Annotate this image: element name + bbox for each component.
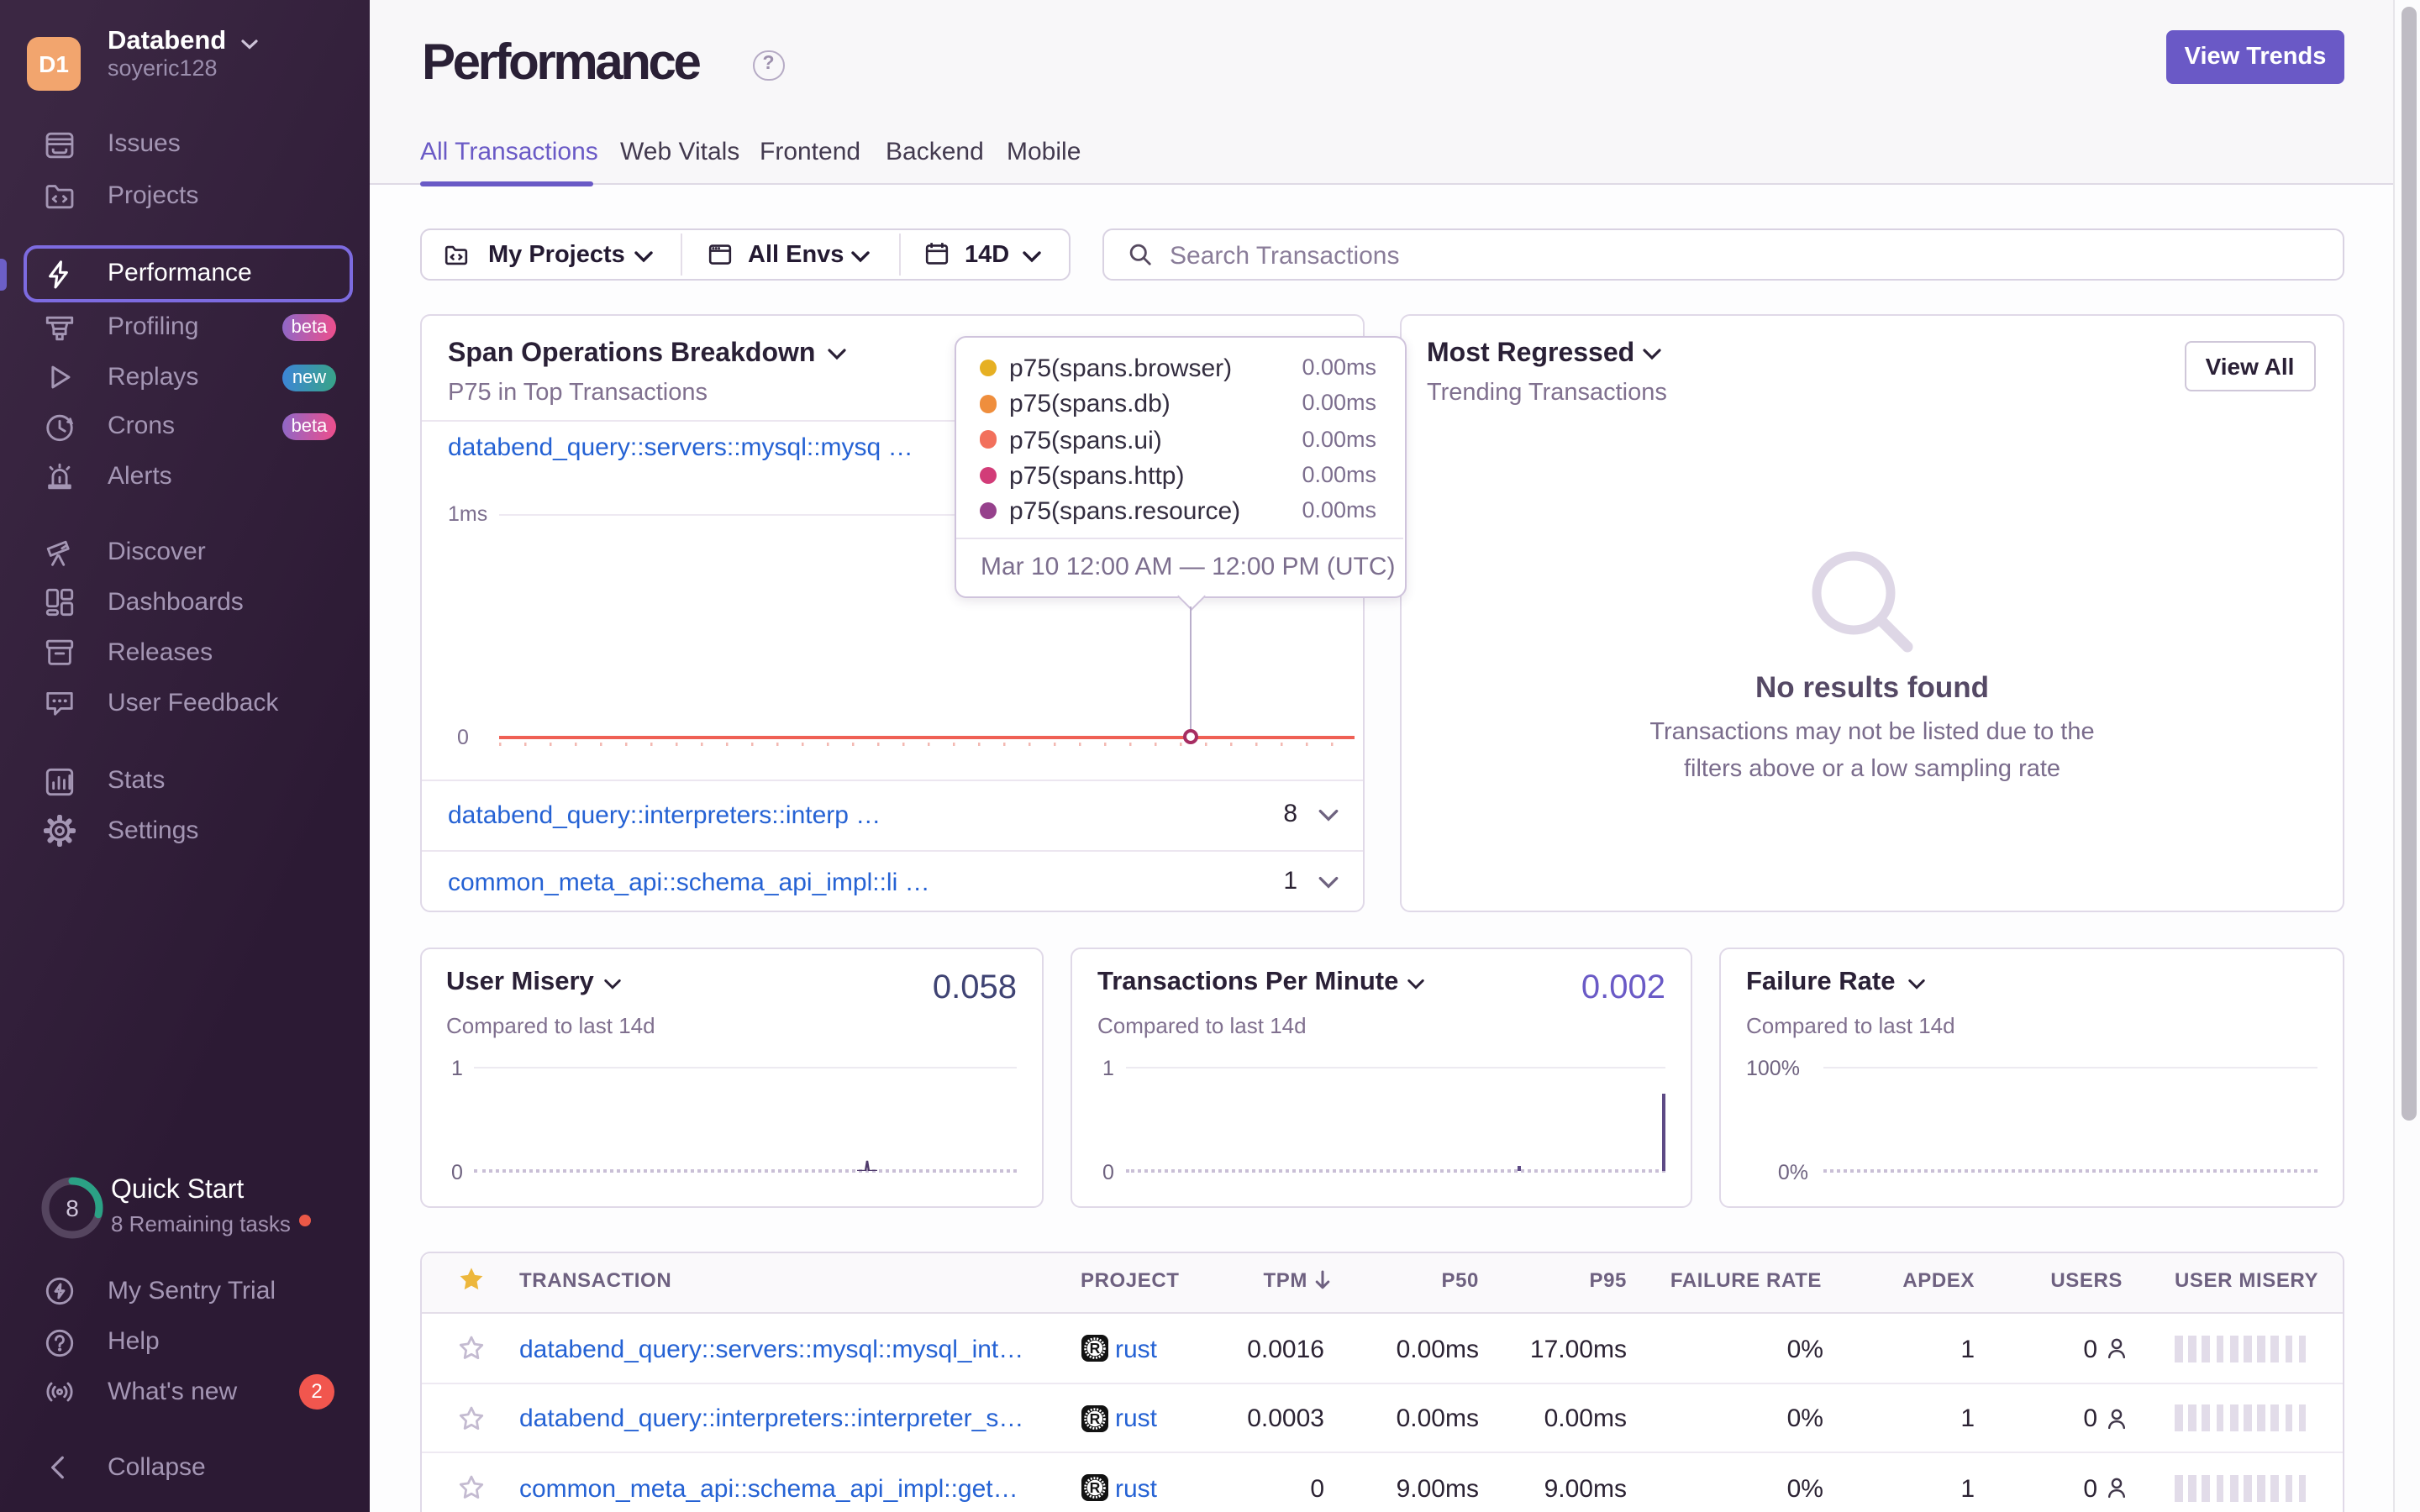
svg-text:R: R	[1089, 1341, 1100, 1357]
svg-text:R: R	[1089, 1480, 1100, 1497]
svg-text:R: R	[1089, 1410, 1100, 1427]
svg-text:8: 8	[66, 1195, 79, 1221]
